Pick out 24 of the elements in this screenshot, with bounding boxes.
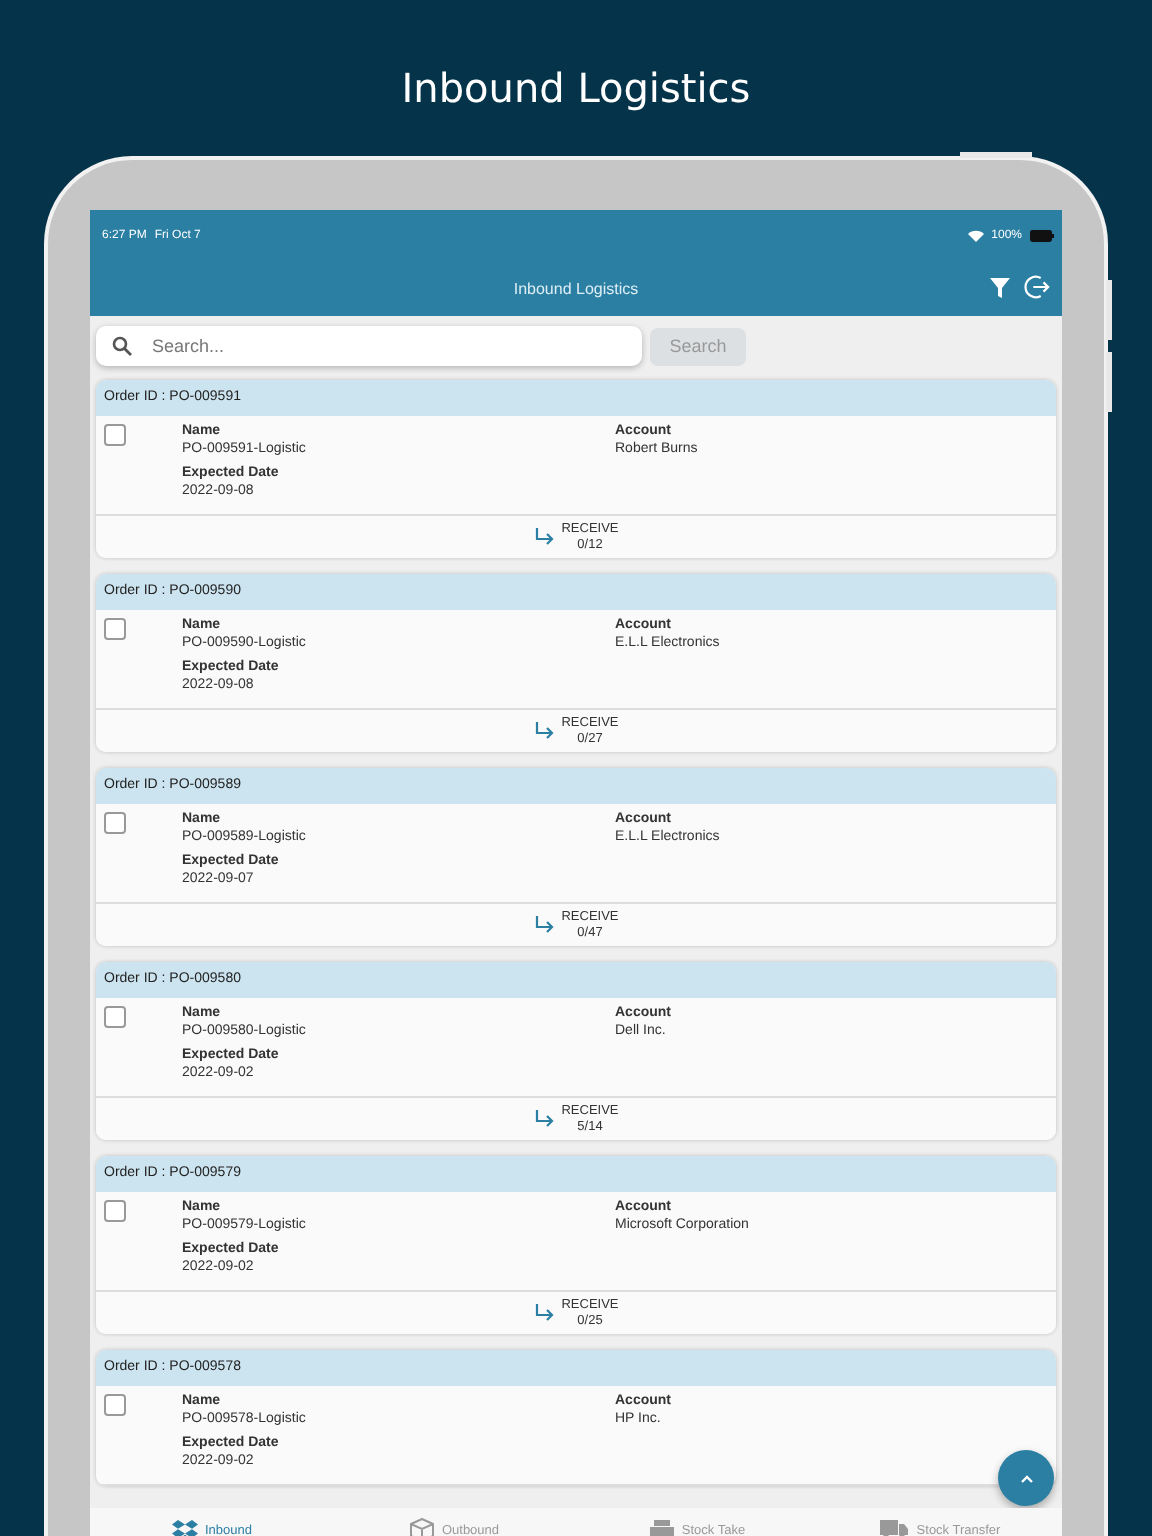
- arrow-icon: [533, 722, 554, 740]
- arrow-icon: [533, 916, 554, 934]
- arrow-icon: [533, 1110, 554, 1128]
- logout-icon[interactable]: [1024, 274, 1050, 300]
- boxes-icon: [171, 1519, 197, 1536]
- checkbox[interactable]: [104, 1200, 126, 1222]
- arrow-icon: [533, 528, 554, 546]
- checkbox[interactable]: [104, 1394, 126, 1416]
- battery-icon: [1030, 229, 1054, 241]
- chevron-up-icon: [1019, 1473, 1033, 1483]
- app-title: Inbound Logistics: [513, 279, 639, 297]
- arrow-icon: [533, 1304, 554, 1322]
- truck-icon: [880, 1520, 909, 1536]
- wifi-icon: [967, 229, 984, 241]
- box-icon: [409, 1518, 434, 1536]
- checkbox[interactable]: [104, 618, 126, 640]
- filter-icon[interactable]: [990, 278, 1010, 298]
- page-headline: Inbound Logistics: [401, 62, 751, 114]
- checkbox[interactable]: [104, 424, 126, 446]
- checkbox[interactable]: [104, 812, 126, 834]
- checkbox[interactable]: [104, 1006, 126, 1028]
- search-field[interactable]: Search...: [96, 326, 642, 366]
- scroll-top-button[interactable]: [998, 1450, 1054, 1506]
- printer-icon: [649, 1519, 674, 1536]
